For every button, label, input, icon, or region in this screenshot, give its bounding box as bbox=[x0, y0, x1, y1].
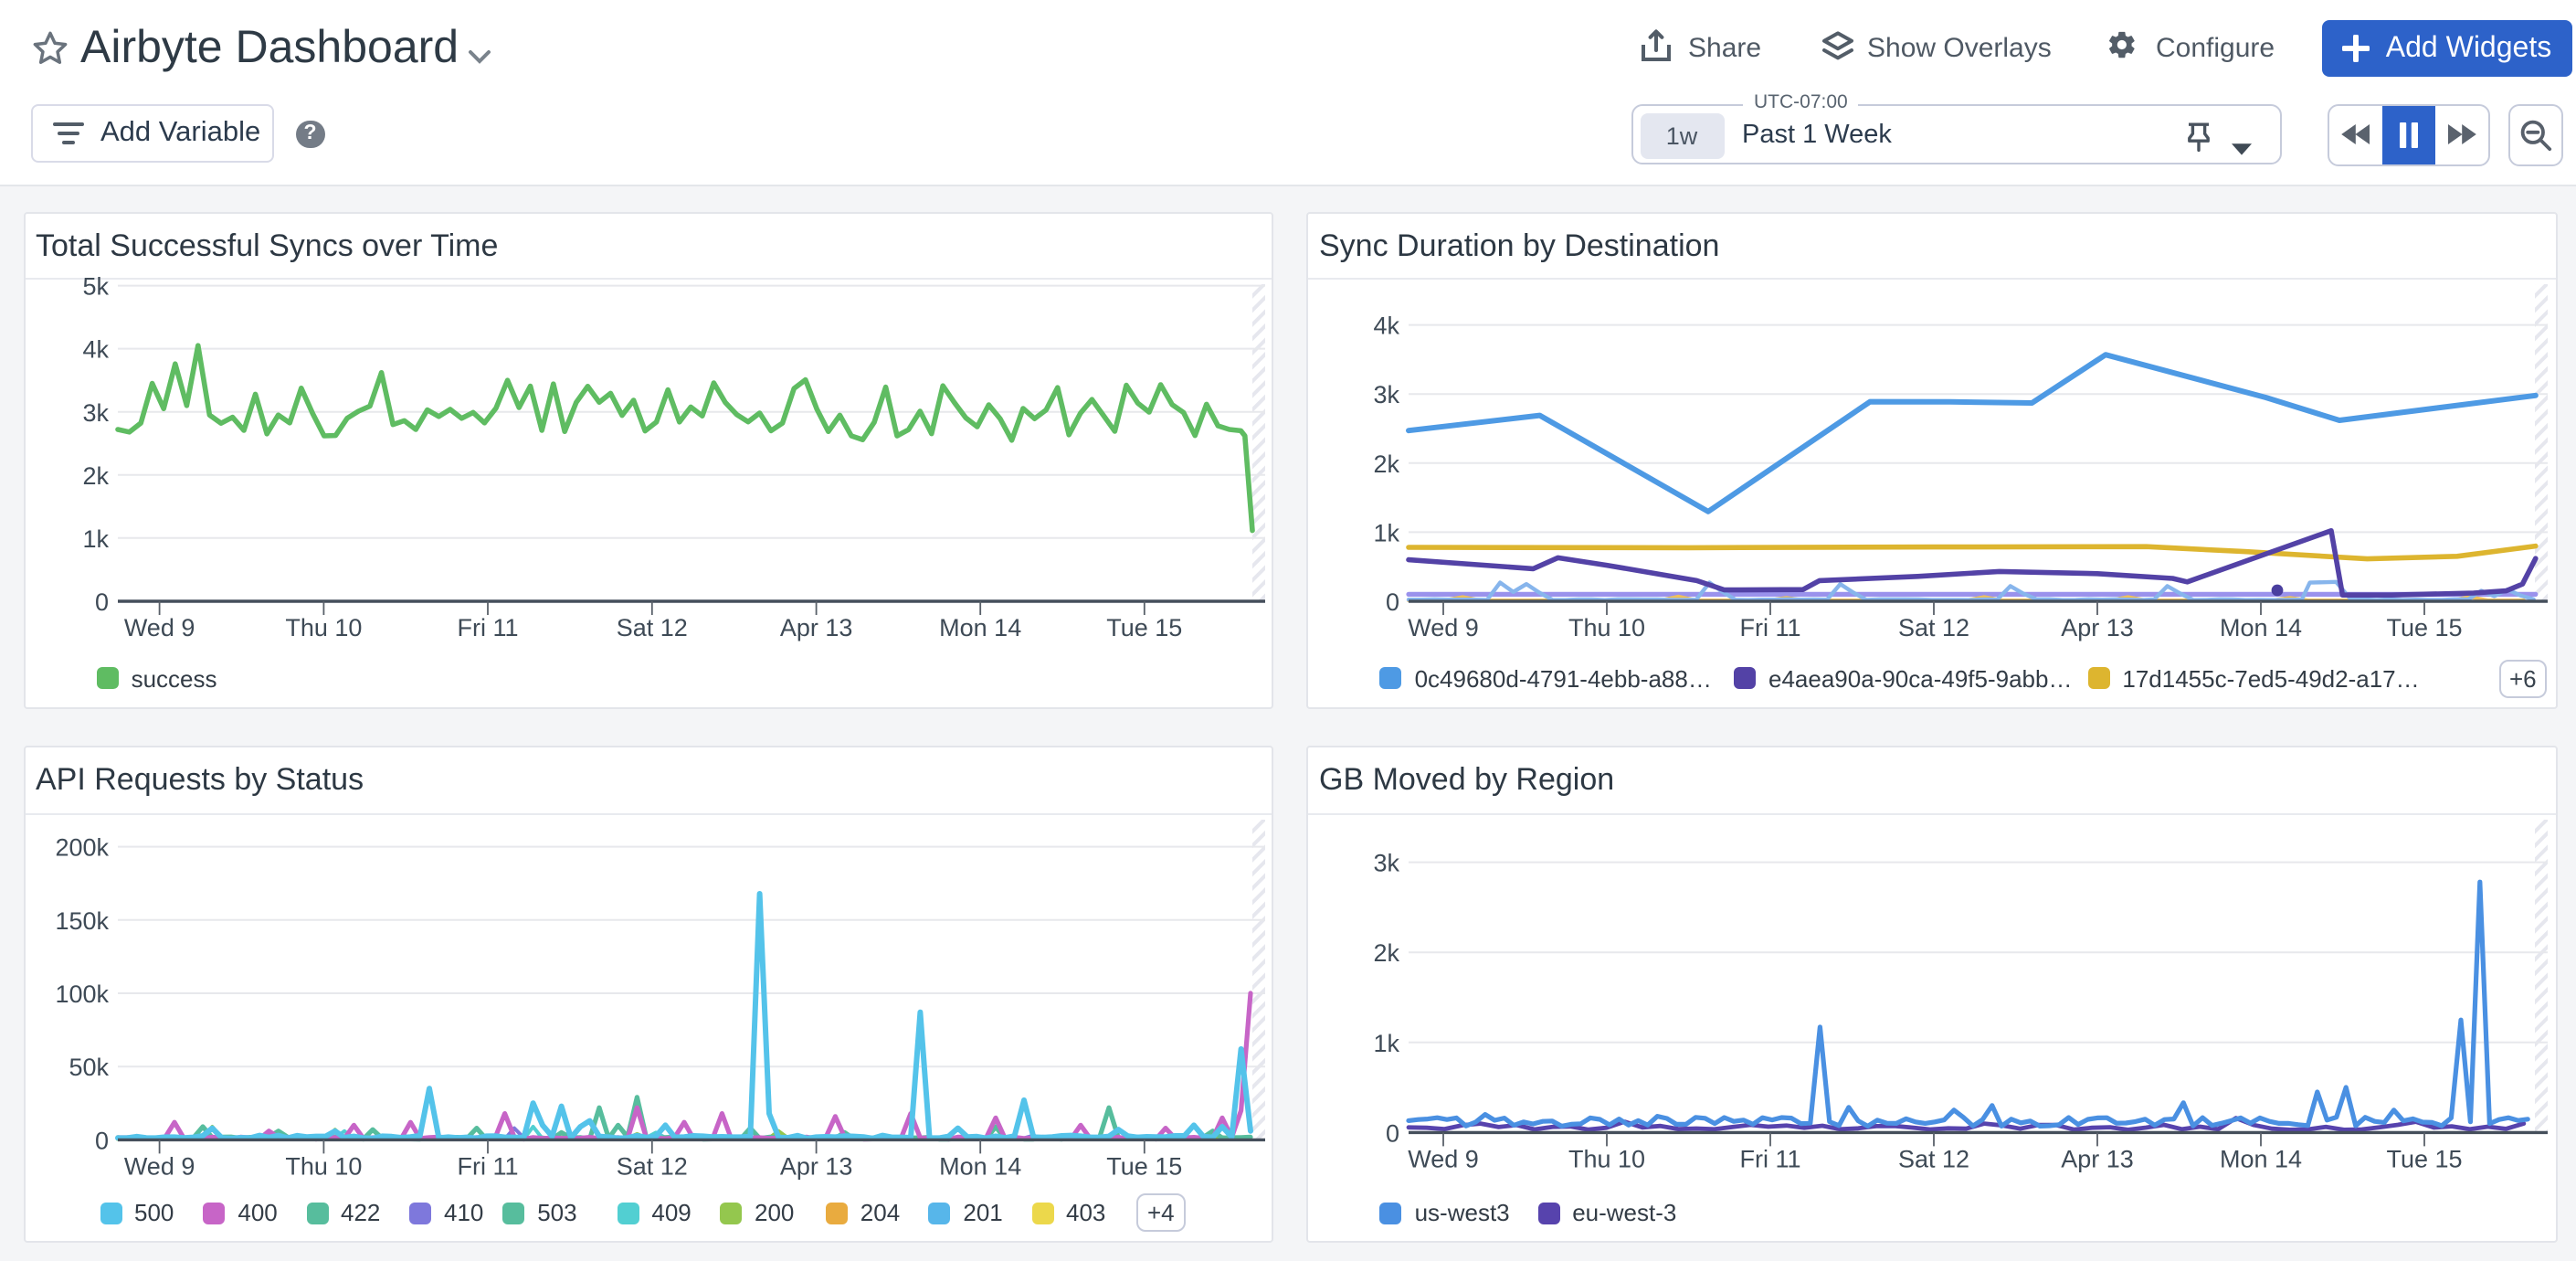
svg-text:Mon 14: Mon 14 bbox=[938, 1151, 1020, 1179]
svg-text:Wed 9: Wed 9 bbox=[123, 1151, 195, 1179]
svg-text:Wed 9: Wed 9 bbox=[1408, 1144, 1479, 1171]
svg-text:1k: 1k bbox=[1373, 1029, 1399, 1056]
svg-text:Fri 11: Fri 11 bbox=[1739, 614, 1800, 641]
svg-text:0: 0 bbox=[1386, 1118, 1399, 1146]
svg-text:Wed 9: Wed 9 bbox=[123, 614, 195, 641]
svg-text:Sat 12: Sat 12 bbox=[1898, 1144, 1969, 1171]
svg-text:Fri 11: Fri 11 bbox=[456, 1151, 517, 1179]
svg-text:Fri 11: Fri 11 bbox=[1739, 1144, 1800, 1171]
svg-text:1k: 1k bbox=[81, 525, 108, 553]
svg-text:Apr 13: Apr 13 bbox=[779, 614, 852, 641]
svg-text:100k: 100k bbox=[54, 980, 108, 1007]
svg-text:0: 0 bbox=[94, 1126, 108, 1153]
svg-text:Tue 15: Tue 15 bbox=[2386, 1144, 2462, 1171]
svg-text:Apr 13: Apr 13 bbox=[2061, 1144, 2134, 1171]
svg-text:Mon 14: Mon 14 bbox=[938, 614, 1020, 641]
svg-text:200k: 200k bbox=[54, 833, 108, 861]
svg-text:Apr 13: Apr 13 bbox=[779, 1151, 852, 1179]
svg-text:Wed 9: Wed 9 bbox=[1408, 614, 1479, 641]
svg-text:50k: 50k bbox=[68, 1053, 108, 1080]
svg-text:2k: 2k bbox=[1373, 450, 1399, 478]
svg-text:Thu 10: Thu 10 bbox=[284, 614, 361, 641]
svg-text:Thu 10: Thu 10 bbox=[284, 1151, 361, 1179]
svg-text:150k: 150k bbox=[54, 906, 108, 934]
svg-text:3k: 3k bbox=[1373, 849, 1399, 876]
svg-text:Tue 15: Tue 15 bbox=[1105, 614, 1181, 641]
svg-text:Thu 10: Thu 10 bbox=[1568, 614, 1645, 641]
svg-text:Tue 15: Tue 15 bbox=[2386, 614, 2462, 641]
svg-text:Tue 15: Tue 15 bbox=[1105, 1151, 1181, 1179]
svg-text:Apr 13: Apr 13 bbox=[2061, 614, 2134, 641]
svg-text:2k: 2k bbox=[1373, 938, 1399, 966]
svg-text:Mon 14: Mon 14 bbox=[2220, 614, 2302, 641]
svg-text:Sat 12: Sat 12 bbox=[616, 614, 687, 641]
svg-text:Mon 14: Mon 14 bbox=[2220, 1144, 2302, 1171]
svg-text:Fri 11: Fri 11 bbox=[456, 614, 517, 641]
svg-text:0: 0 bbox=[94, 588, 108, 616]
svg-text:2k: 2k bbox=[81, 462, 108, 490]
svg-text:5k: 5k bbox=[81, 273, 108, 301]
svg-text:4k: 4k bbox=[81, 336, 108, 364]
svg-text:1k: 1k bbox=[1373, 519, 1399, 546]
svg-text:Thu 10: Thu 10 bbox=[1568, 1144, 1645, 1171]
svg-text:3k: 3k bbox=[81, 399, 108, 427]
svg-text:Sat 12: Sat 12 bbox=[1898, 614, 1969, 641]
svg-text:Sat 12: Sat 12 bbox=[616, 1151, 687, 1179]
svg-text:4k: 4k bbox=[1373, 313, 1399, 340]
svg-text:3k: 3k bbox=[1373, 381, 1399, 408]
svg-text:0: 0 bbox=[1386, 588, 1399, 616]
